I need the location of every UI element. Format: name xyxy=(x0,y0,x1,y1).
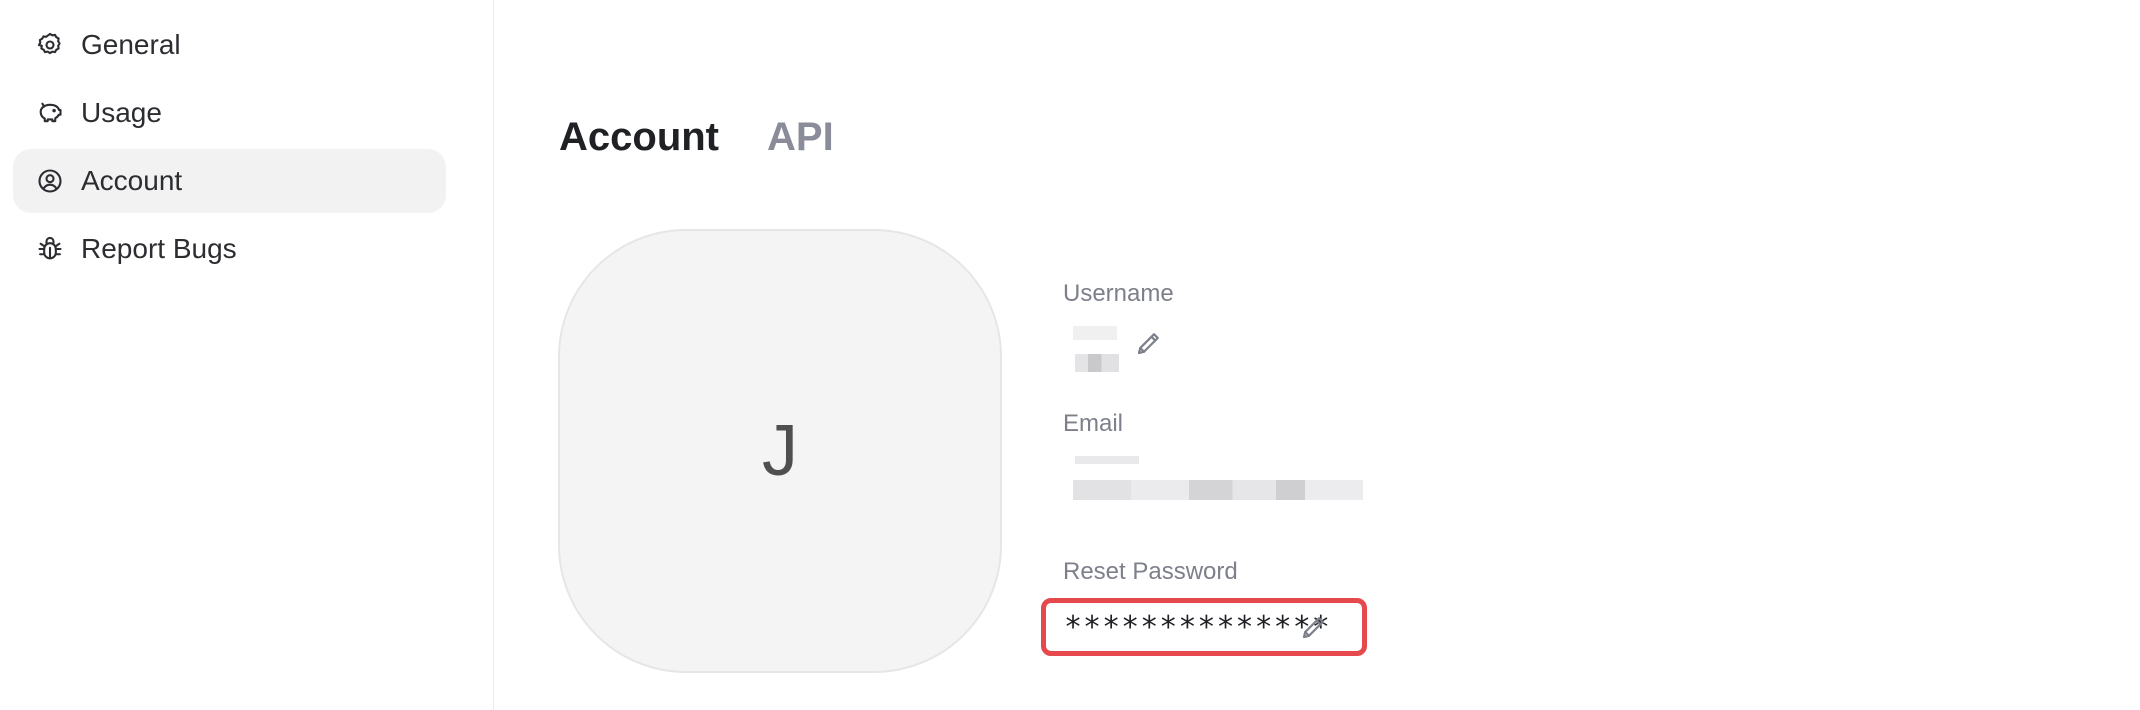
user-circle-icon xyxy=(35,166,65,196)
sidebar-item-general[interactable]: General xyxy=(13,13,446,77)
email-label: Email xyxy=(1063,410,1124,437)
tab-bar: Account API xyxy=(559,115,834,160)
edit-password-button[interactable] xyxy=(1296,609,1332,645)
password-value: ************** xyxy=(1064,609,1331,645)
sidebar-item-label: Report Bugs xyxy=(81,233,237,264)
sidebar: General Usage Account Report Bugs xyxy=(0,0,494,710)
sidebar-item-report-bugs[interactable]: Report Bugs xyxy=(13,217,446,281)
avatar[interactable]: J xyxy=(558,229,1002,673)
tab-api[interactable]: API xyxy=(767,115,834,160)
sidebar-item-label: General xyxy=(81,29,181,60)
username-value-redacted xyxy=(1063,320,1119,372)
tab-account[interactable]: Account xyxy=(559,115,719,160)
settings-window: General Usage Account Report Bugs Accoun… xyxy=(0,0,2140,710)
avatar-initial: J xyxy=(762,411,798,491)
pencil-icon xyxy=(1137,333,1159,355)
account-fields: Username Email Reset Password **********… xyxy=(1041,280,1663,656)
bug-icon xyxy=(35,234,65,264)
sidebar-item-label: Usage xyxy=(81,97,162,128)
main-content: Account API J Username Email Reset Passw… xyxy=(495,0,2140,710)
reset-password-label: Reset Password xyxy=(1063,558,1238,585)
sidebar-item-label: Account xyxy=(81,165,183,196)
username-label: Username xyxy=(1063,280,1174,307)
password-field-highlight: ************** xyxy=(1041,598,1367,656)
email-value-redacted xyxy=(1063,452,1383,512)
sidebar-item-account[interactable]: Account xyxy=(13,149,446,213)
gear-icon xyxy=(35,30,65,60)
sidebar-item-usage[interactable]: Usage xyxy=(13,81,446,145)
edit-username-button[interactable] xyxy=(1131,325,1167,361)
piggy-bank-icon xyxy=(35,98,65,128)
pencil-icon xyxy=(1302,617,1324,639)
